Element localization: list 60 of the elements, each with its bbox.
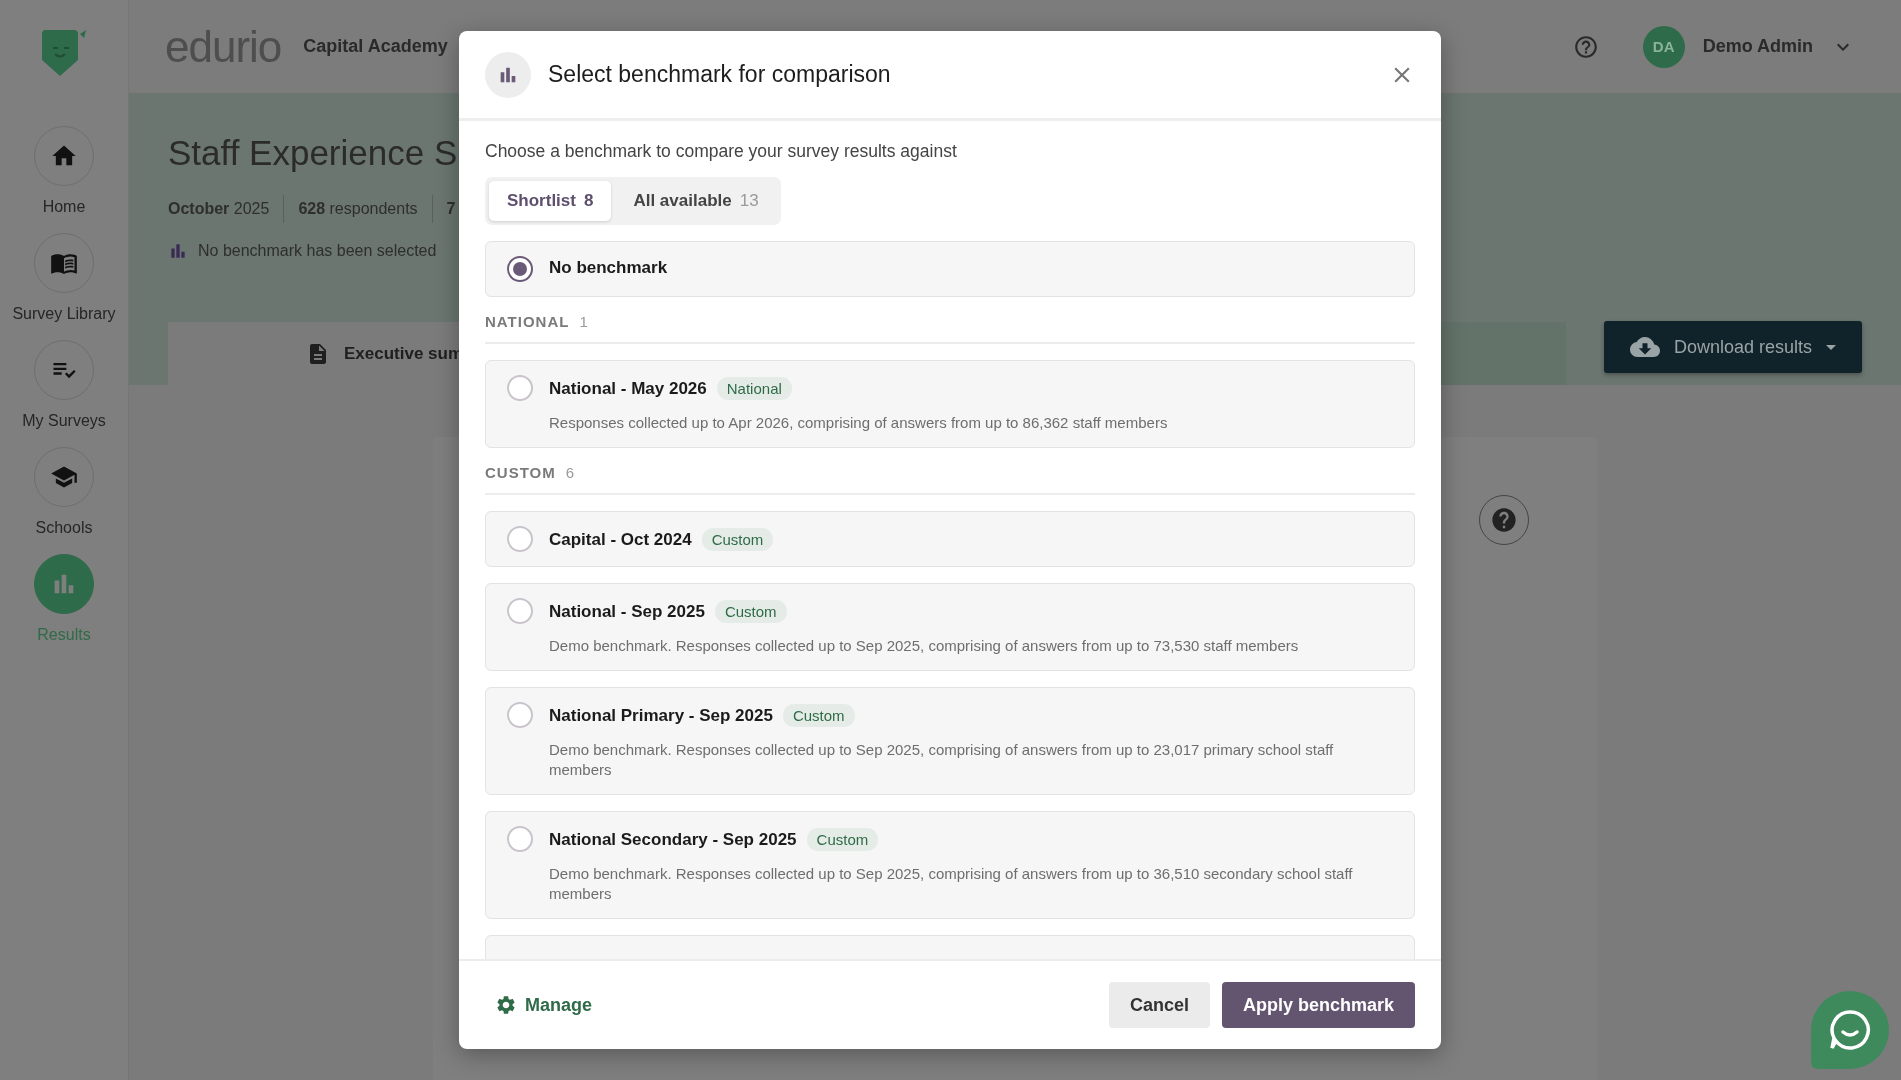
group-heading: NATIONAL (485, 313, 570, 330)
report-meta: October 2025 (168, 199, 271, 219)
benchmark-option[interactable]: National - May 2026 National Responses collected up to Apr 2026, comprising of answers from up to 86,362 staff members (485, 360, 1415, 448)
radio-button[interactable] (507, 702, 533, 728)
benchmark-name: No benchmark (549, 258, 668, 278)
radio-button[interactable] (507, 256, 533, 282)
benchmark-option[interactable]: Capital - Oct 2024 Custom (485, 511, 1415, 567)
group-heading: CUSTOM (485, 464, 556, 481)
benchmark-description: Demo benchmark. Responses collected up to Sep 2025, comprising of answers from up to 36,510 secondary school staff members (549, 864, 1354, 904)
cancel-button[interactable]: Cancel (1108, 982, 1210, 1028)
benchmark-name: Capital - Oct 2024 (549, 529, 692, 550)
benchmark-name: National Secondary - Sep 2025 (549, 829, 797, 850)
benchmark-tag: Custom (714, 600, 787, 623)
caret-icon (1826, 344, 1837, 350)
nav-label: My Surveys (22, 412, 106, 430)
benchmark-name: National - May 2026 (549, 378, 707, 399)
radio-button[interactable] (507, 526, 533, 552)
benchmark-description: Responses collected up to Apr 2026, comprising of answers from up to 86,362 staff members (549, 413, 1169, 433)
nav-label: Survey Library (12, 305, 116, 323)
benchmark-option[interactable]: No benchmark (485, 241, 1415, 297)
nav-label: Results (37, 626, 91, 644)
benchmark-description: Demo benchmark. Responses collected up to Sep 2025, comprising of answers from up to 23,017 primary school staff members (549, 740, 1335, 780)
benchmark-tag: Custom (806, 828, 879, 851)
chat-bubble-icon (1828, 1008, 1872, 1052)
benchmark-tag: National (716, 377, 792, 400)
dialog-subtitle: Choose a benchmark to compare your survey results against (485, 141, 958, 162)
benchmark-option[interactable]: National - Sep 2025 Custom Demo benchmark. Responses collected up to Sep 2025, comprising of answers from up to 73,530 staff members (485, 583, 1415, 671)
organisation-name: Capital Academy (303, 36, 448, 57)
group-count: 1 (579, 313, 588, 330)
group-count: 6 (565, 464, 575, 481)
benchmark-description: Demo benchmark. Responses collected up to Sep 2025, comprising of answers from up to 73,530 staff members (549, 636, 1300, 656)
benchmark-name: National - Sep 2025 (549, 601, 705, 622)
radio-button[interactable] (507, 826, 533, 852)
benchmark-tag: Custom (782, 704, 855, 727)
benchmark-name: National Primary - Sep 2025 (549, 705, 773, 726)
report-title: Staff Experience S (168, 133, 458, 173)
benchmark-option[interactable]: National Primary - Sep 2025 Custom Demo benchmark. Responses collected up to Sep 2025, comprising of answers from up to 23,017 primary school staff members (485, 687, 1415, 795)
help-button[interactable] (1572, 33, 1599, 60)
help-icon[interactable] (1479, 495, 1529, 545)
benchmark-option[interactable]: National Secondary - Sep 2025 Custom Demo benchmark. Responses collected up to Sep 2025, comprising of answers from up to 36,510 secondary school staff members (485, 811, 1415, 919)
bar-chart-icon (485, 51, 531, 98)
user-name[interactable]: Demo Admin (1702, 36, 1813, 57)
nav-item[interactable]: Survey Library (12, 233, 116, 323)
dialog-title: Select benchmark for comparison (548, 61, 891, 88)
download-button[interactable]: Download results (1604, 321, 1862, 373)
radio-button[interactable] (507, 598, 533, 624)
nav-item[interactable]: My Surveys (22, 340, 106, 430)
radio-button[interactable] (507, 375, 533, 401)
manage-link[interactable]: Manage (495, 994, 593, 1016)
settings-icon (495, 994, 517, 1016)
benchmark-note: No benchmark has been selected (198, 242, 437, 260)
list-tab[interactable]: Shortlist 8 (489, 181, 612, 221)
list-tab[interactable]: All available 13 (615, 181, 777, 221)
nav-label: Schools (35, 519, 93, 537)
benchmark-tag: Custom (701, 528, 774, 551)
user-avatar: DA (1642, 25, 1685, 68)
nav-label: Home (42, 198, 86, 216)
apply-button[interactable]: Apply benchmark (1221, 982, 1415, 1028)
bar-chart-icon (168, 241, 188, 261)
report-meta: 628 respondents (283, 195, 432, 223)
